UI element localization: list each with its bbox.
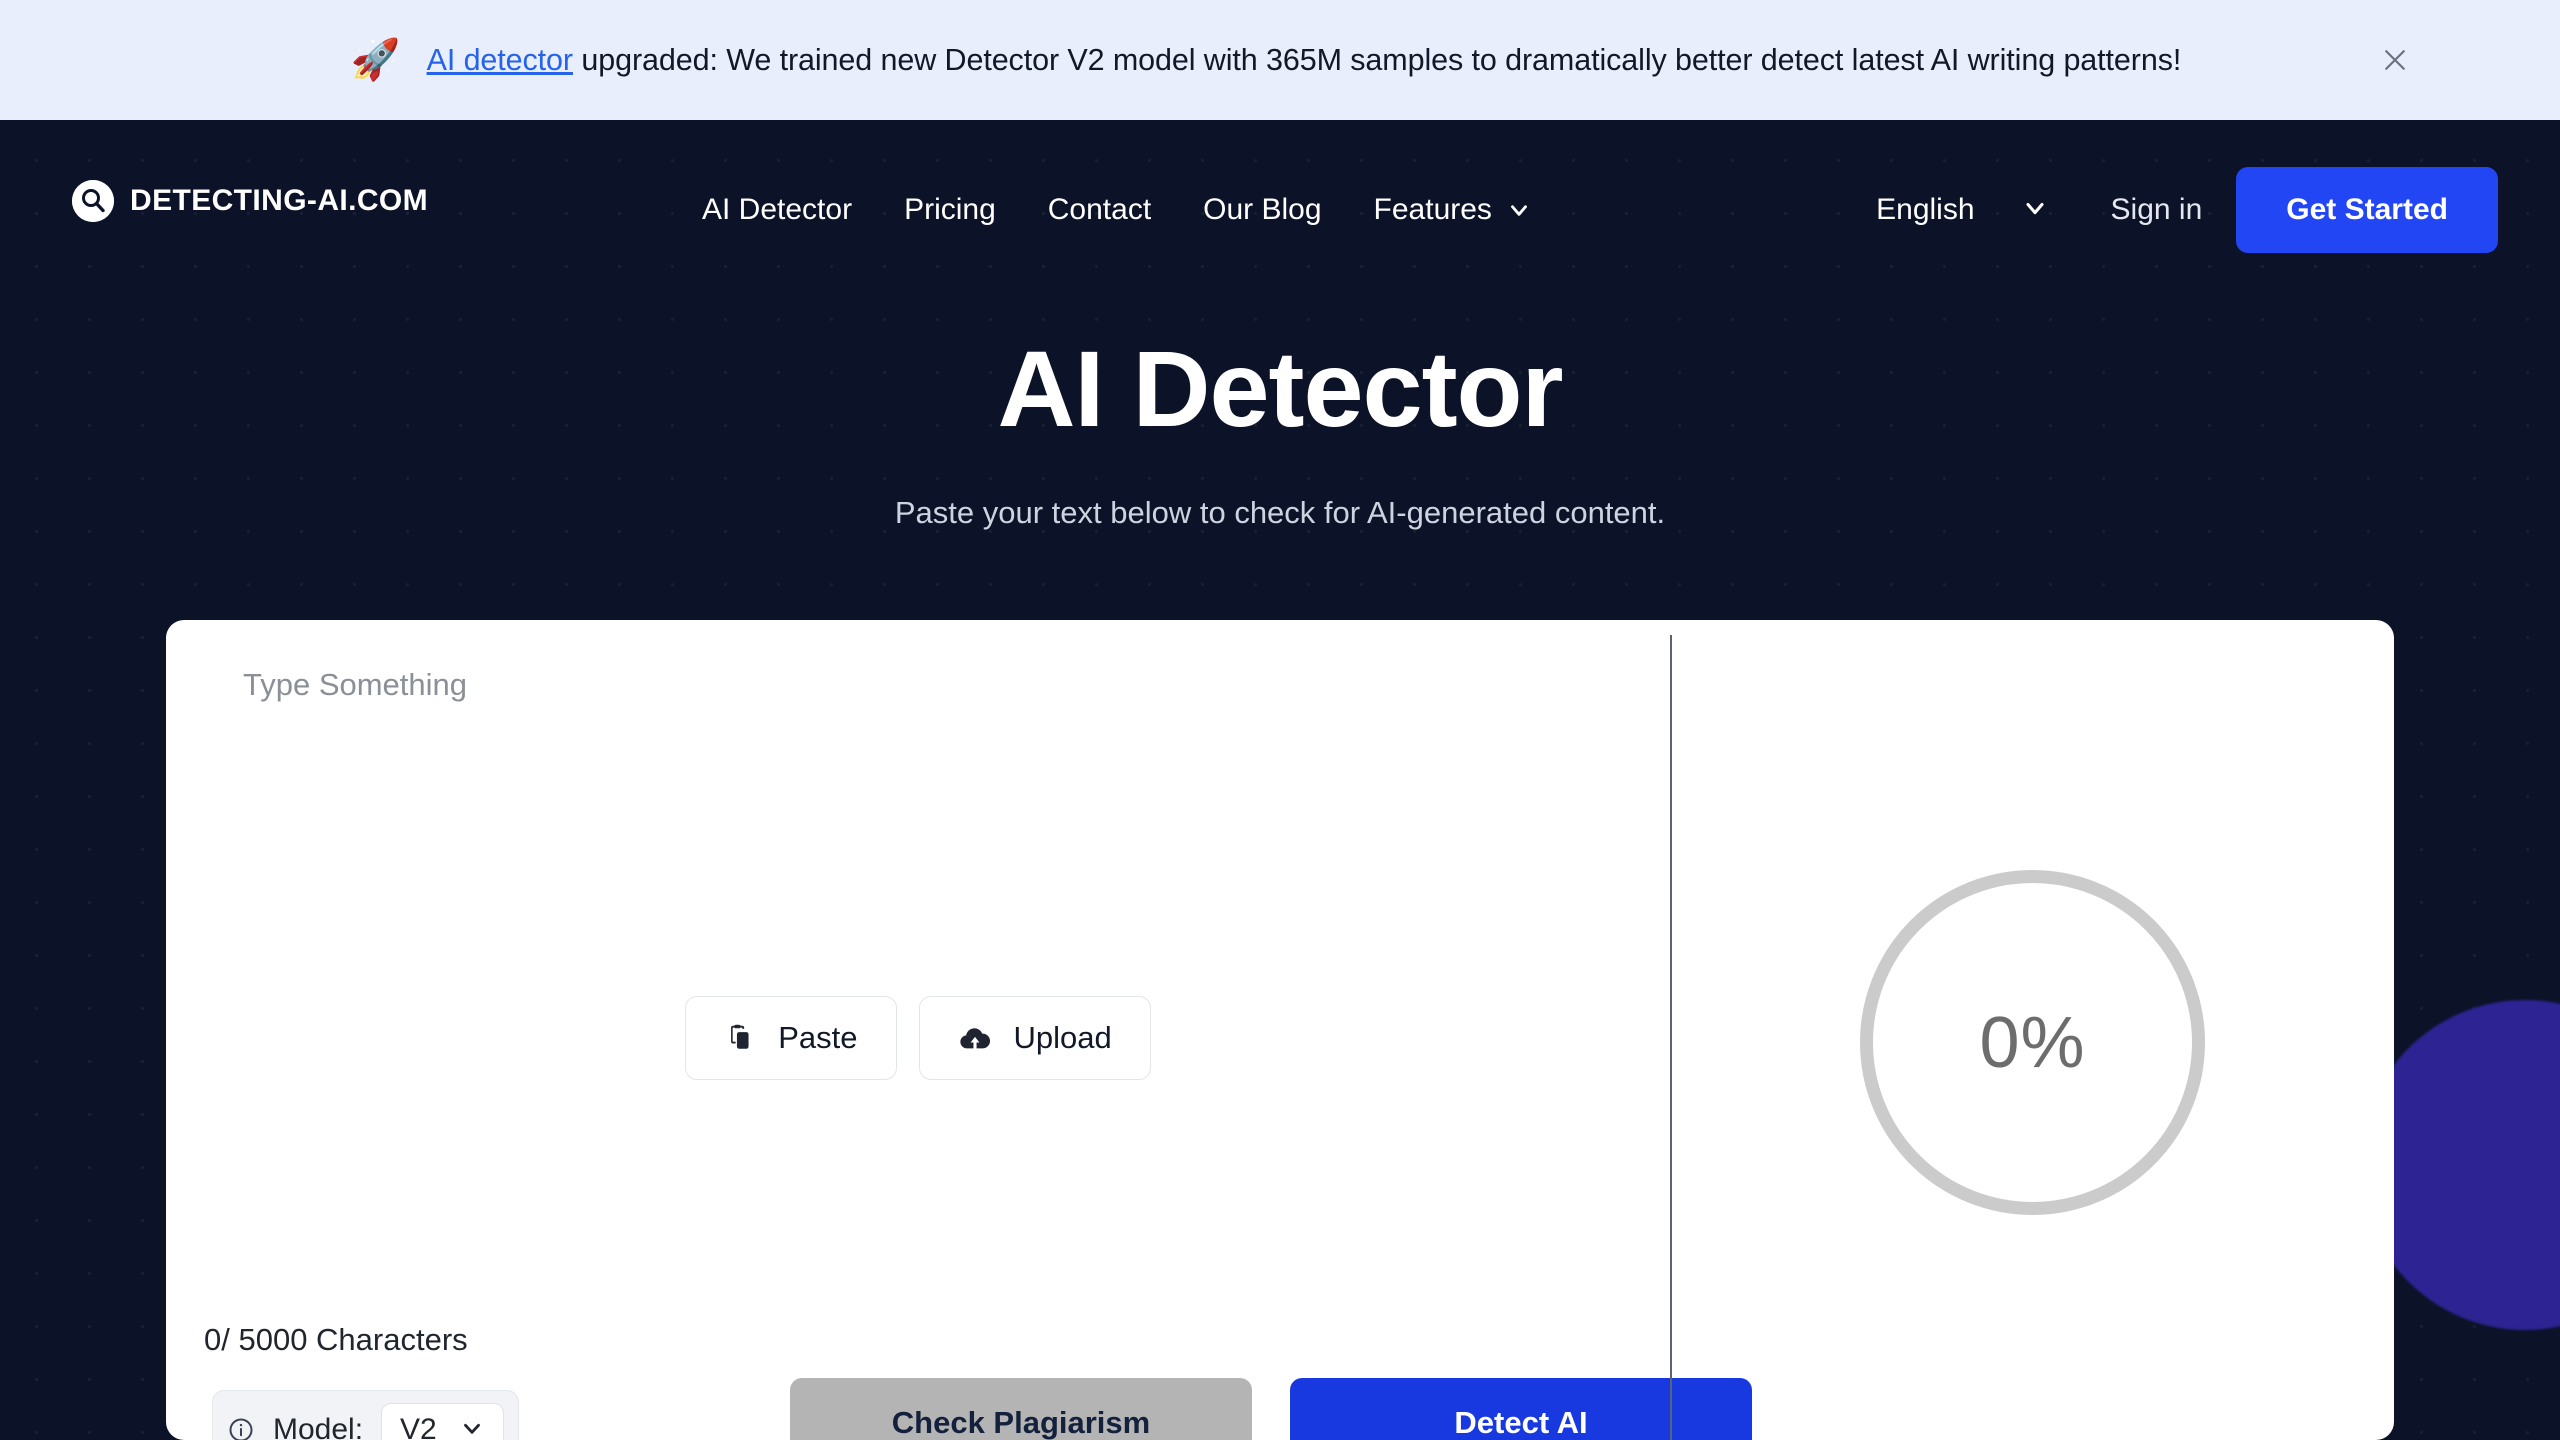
check-plagiarism-button[interactable]: Check Plagiarism [790,1378,1252,1440]
sign-in-link[interactable]: Sign in [2077,193,2237,227]
text-input-placeholder: Type Something [243,667,468,702]
model-selected-value: V2 [400,1413,437,1440]
info-circle-icon[interactable] [227,1416,255,1440]
detector-card: Type Something Paste Upload 0% [166,620,2394,1440]
announcement-link[interactable]: AI detector [427,43,574,77]
model-label: Model: [273,1413,364,1440]
character-counter: 0/ 5000 Characters [204,1322,468,1357]
paste-button-label: Paste [778,1020,858,1055]
page-subtitle: Paste your text below to check for AI-ge… [894,494,1666,530]
ai-score-value: 0% [1979,1002,2086,1083]
close-icon[interactable] [2372,37,2418,83]
ai-score-ring: 0% [1860,870,2205,1215]
input-actions: Paste Upload [166,996,1670,1080]
model-select[interactable]: V2 [381,1403,504,1440]
text-editor-pane[interactable]: Type Something Paste Upload [166,620,1670,1440]
detect-ai-button[interactable]: Detect AI [1290,1378,1752,1440]
magnifier-logo-icon [72,180,114,222]
brand-name: DETECTING-AI.COM [130,184,429,217]
announcement-banner: 🚀 AI detector upgraded: We trained new D… [0,0,2560,120]
card-divider [1670,635,1672,1440]
site-header: DETECTING-AI.COM AI Detector Pricing Con… [0,120,2560,300]
get-started-button[interactable]: Get Started [2236,167,2498,253]
upload-button-label: Upload [1013,1020,1112,1055]
nav-item-ai-detector[interactable]: AI Detector [676,193,878,227]
chevron-down-icon [459,1415,485,1440]
nav-item-contact[interactable]: Contact [1022,193,1177,227]
upload-button[interactable]: Upload [918,996,1151,1080]
clipboard-paste-icon [724,1022,756,1054]
chevron-down-icon [2021,194,2049,227]
announcement-content: 🚀 AI detector upgraded: We trained new D… [350,38,2182,82]
nav-item-features[interactable]: Features [1348,193,1558,227]
rocket-icon: 🚀 [350,38,401,82]
paste-button[interactable]: Paste [685,996,897,1080]
nav-item-pricing[interactable]: Pricing [878,193,1022,227]
nav-item-our-blog[interactable]: Our Blog [1177,193,1347,227]
primary-navigation: AI Detector Pricing Contact Our Blog Fea… [676,120,1558,300]
hero-section: AI Detector Paste your text below to che… [0,328,2560,531]
nav-label: AI Detector [702,193,853,226]
nav-label: Features [1373,193,1492,226]
score-pane: 0% [1670,620,2394,1440]
language-label: English [1876,193,1975,226]
nav-label: Contact [1047,193,1152,226]
announcement-message: AI detector upgraded: We trained new Det… [427,43,2182,78]
primary-actions: Check Plagiarism Detect AI [790,1378,1752,1440]
chevron-down-icon [1506,197,1532,223]
header-actions: English Sign in Get Started [1876,120,2498,300]
brand-logo[interactable]: DETECTING-AI.COM [72,180,428,222]
nav-label: Pricing [904,193,996,226]
language-selector[interactable]: English [1876,193,2076,227]
model-selector[interactable]: Model: V2 [212,1390,519,1440]
announcement-message-rest: upgraded: We trained new Detector V2 mod… [572,42,2182,77]
page-title: AI Detector [997,328,1563,449]
cloud-upload-icon [958,1021,992,1055]
nav-label: Our Blog [1203,193,1322,226]
